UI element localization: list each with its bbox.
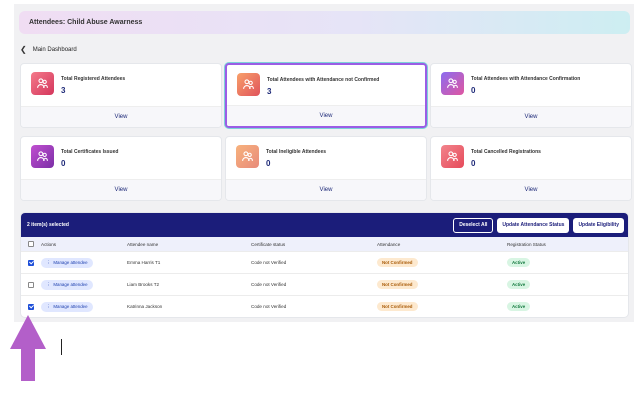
- text-cursor: [61, 339, 62, 355]
- row-checkbox[interactable]: [28, 303, 34, 310]
- table-row: ⋮ Manage attendee Katrinna Jackson Code n…: [21, 295, 628, 317]
- view-label[interactable]: View: [320, 187, 333, 193]
- kebab-menu-icon: ⋮: [46, 259, 51, 265]
- card-view-link[interactable]: View: [227, 105, 425, 126]
- certificate-status: Code not Verified: [251, 282, 287, 287]
- card-certificates-issued: Total Certificates Issued 0 View: [20, 136, 222, 201]
- card-view-link[interactable]: View: [431, 179, 631, 200]
- card-title: Total Attendees with Attendance Confirma…: [471, 76, 581, 82]
- attendee-name: Emma Harris T1: [127, 260, 161, 265]
- table-header: Actions Attendee name Certificate status…: [21, 237, 628, 251]
- column-header[interactable]: Certificate status: [251, 242, 377, 247]
- card-value: 0: [471, 86, 476, 95]
- column-header[interactable]: Attendee name: [127, 242, 251, 247]
- view-label[interactable]: View: [320, 113, 333, 119]
- update-eligibility-button[interactable]: Update Eligibility: [573, 217, 624, 233]
- row-checkbox[interactable]: [28, 281, 34, 288]
- users-icon: [441, 145, 464, 168]
- registration-status-badge: Active: [507, 280, 531, 289]
- attendee-name: Katrinna Jackson: [127, 304, 163, 309]
- row-checkbox[interactable]: [28, 259, 34, 266]
- update-attendance-status-button[interactable]: Update Attendance Status: [497, 217, 570, 233]
- card-value: 0: [61, 159, 66, 168]
- card-cancelled-registrations: Total Cancelled Registrations 0 View: [430, 136, 632, 201]
- card-value: 3: [61, 86, 66, 95]
- card-title: Total Registered Attendees: [61, 76, 126, 82]
- table-row: ⋮ Manage attendee Liam Brooks T2 Code not…: [21, 273, 628, 295]
- breadcrumb-main-dashboard[interactable]: Main Dashboard: [33, 47, 77, 53]
- chevron-left-icon: ❮: [20, 45, 27, 54]
- card-view-link[interactable]: View: [226, 179, 426, 200]
- card-ineligible-attendees: Total Ineligible Attendees 0 View: [225, 136, 427, 201]
- card-title: Total Ineligible Attendees: [266, 149, 327, 155]
- card-attendance-not-confirmed: Total Attendees with Attendance not Conf…: [225, 63, 427, 128]
- users-icon: [237, 73, 260, 96]
- bulk-action-bar: 2 item(s) selected Deselect All Update A…: [21, 213, 628, 237]
- certificate-status: Code not Verified: [251, 260, 287, 265]
- selection-count: 2 item(s) selected: [27, 222, 69, 228]
- manage-attendee-label: Manage attendee: [53, 304, 88, 309]
- table-row: ⋮ Manage attendee Emma Harris T1 Code not…: [21, 251, 628, 273]
- card-title: Total Attendees with Attendance not Conf…: [267, 77, 380, 83]
- card-title: Total Certificates Issued: [61, 149, 119, 155]
- view-label[interactable]: View: [115, 114, 128, 120]
- card-value: 3: [267, 87, 272, 96]
- pointer-arrow-icon: [10, 315, 46, 381]
- column-header[interactable]: Attendance: [377, 242, 507, 247]
- card-total-registered: Total Registered Attendees 3 View: [20, 63, 222, 128]
- users-icon: [236, 145, 259, 168]
- page-title-banner: Attendees: Child Abuse Awarness: [19, 11, 630, 34]
- card-value: 0: [471, 159, 476, 168]
- column-header[interactable]: Registration Status: [507, 242, 628, 247]
- kebab-menu-icon: ⋮: [46, 281, 51, 287]
- registration-status-badge: Active: [507, 258, 531, 267]
- attendees-table: 2 item(s) selected Deselect All Update A…: [20, 212, 629, 318]
- deselect-all-button[interactable]: Deselect All: [453, 217, 494, 233]
- users-icon: [441, 72, 464, 95]
- attendee-name: Liam Brooks T2: [127, 282, 160, 287]
- manage-attendee-button[interactable]: ⋮ Manage attendee: [41, 257, 93, 268]
- attendance-badge: Not Confirmed: [377, 280, 418, 289]
- certificate-status: Code not Verified: [251, 304, 287, 309]
- attendance-badge: Not Confirmed: [377, 302, 418, 311]
- page-title: Attendees: Child Abuse Awarness: [29, 19, 143, 26]
- column-header: Actions: [41, 241, 57, 247]
- view-label[interactable]: View: [115, 187, 128, 193]
- users-icon: [31, 72, 54, 95]
- card-view-link[interactable]: View: [431, 106, 631, 127]
- manage-attendee-button[interactable]: ⋮ Manage attendee: [41, 301, 93, 312]
- manage-attendee-label: Manage attendee: [53, 282, 88, 287]
- manage-attendee-label: Manage attendee: [53, 260, 88, 265]
- select-all-checkbox[interactable]: [28, 241, 34, 247]
- card-view-link[interactable]: View: [21, 179, 221, 200]
- card-value: 0: [266, 159, 271, 168]
- kebab-menu-icon: ⋮: [46, 303, 51, 309]
- card-view-link[interactable]: View: [21, 106, 221, 127]
- breadcrumb[interactable]: ❮ Main Dashboard: [20, 45, 77, 54]
- card-attendance-confirmed: Total Attendees with Attendance Confirma…: [430, 63, 632, 128]
- view-label[interactable]: View: [525, 114, 538, 120]
- view-label[interactable]: View: [525, 187, 538, 193]
- users-icon: [31, 145, 54, 168]
- attendance-badge: Not Confirmed: [377, 258, 418, 267]
- registration-status-badge: Active: [507, 302, 531, 311]
- card-title: Total Cancelled Registrations: [471, 149, 541, 155]
- manage-attendee-button[interactable]: ⋮ Manage attendee: [41, 279, 93, 290]
